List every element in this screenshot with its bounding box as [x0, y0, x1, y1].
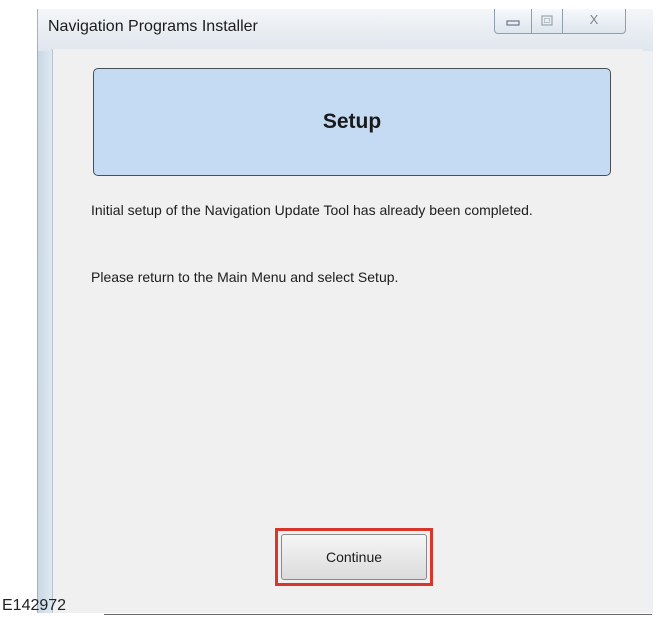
status-message: Initial setup of the Navigation Update T…	[91, 202, 533, 218]
minimize-button[interactable]	[494, 9, 532, 34]
window-controls: X	[494, 9, 626, 35]
title-bar[interactable]: Navigation Programs Installer X	[38, 9, 653, 51]
installer-window: Navigation Programs Installer X Setup In…	[37, 9, 653, 613]
page-title: Setup	[322, 110, 382, 133]
maximize-icon	[540, 15, 554, 34]
minimize-icon	[505, 19, 521, 34]
instruction-message: Please return to the Main Menu and selec…	[91, 269, 399, 285]
close-icon: X	[589, 12, 599, 27]
continue-button[interactable]: Continue	[281, 534, 427, 580]
figure-reference: E142972	[2, 597, 67, 614]
close-button[interactable]: X	[562, 9, 626, 34]
dialog-content: Setup Initial setup of the Navigation Up…	[52, 49, 643, 613]
maximize-button[interactable]	[531, 9, 563, 34]
window-title: Navigation Programs Installer	[48, 18, 258, 35]
setup-header-panel: Setup	[93, 68, 611, 176]
figure-divider	[104, 614, 652, 615]
